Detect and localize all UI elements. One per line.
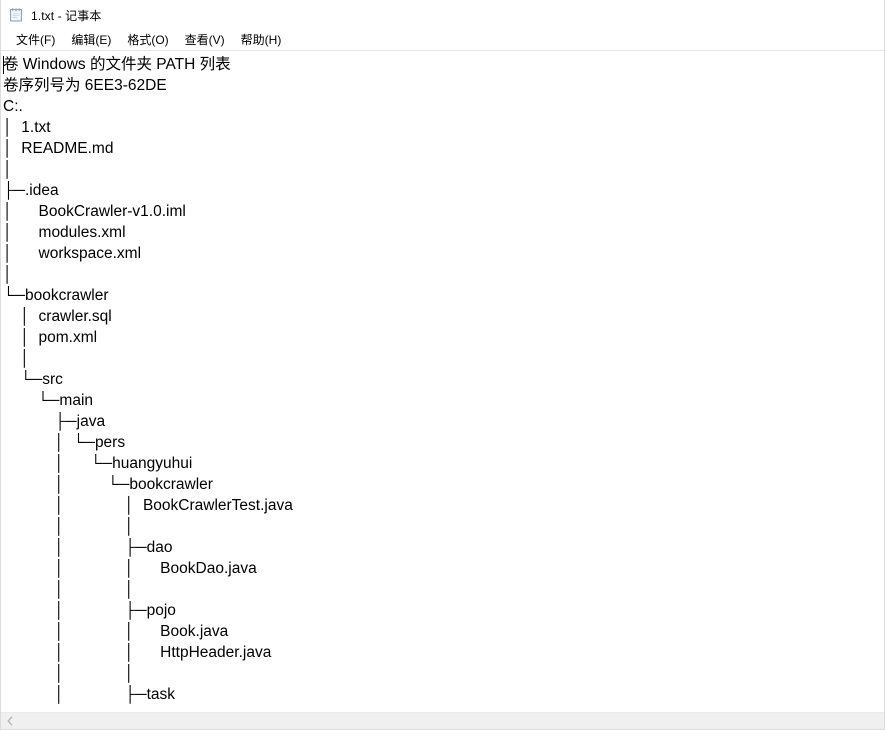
menu-edit[interactable]: 编辑(E) xyxy=(63,30,119,50)
editor-line: │ │ BookDao.java xyxy=(3,560,257,577)
title-bar: 1.txt - 记事本 xyxy=(1,0,884,30)
chevron-left-icon[interactable] xyxy=(1,713,18,729)
editor-line: └─bookcrawler xyxy=(3,287,109,304)
editor-line: │ README.md xyxy=(3,140,114,157)
editor-line: 卷 Windows 的文件夹 PATH 列表 xyxy=(3,56,231,73)
editor-line: │ └─pers xyxy=(3,434,126,451)
text-caret xyxy=(3,56,4,74)
editor-line: │ workspace.xml xyxy=(3,245,142,262)
editor-area[interactable]: 卷 Windows 的文件夹 PATH 列表 卷序列号为 6EE3-62DE C:.… xyxy=(1,51,884,712)
editor-line: │ ├─pojo xyxy=(3,602,176,619)
editor-line: │ modules.xml xyxy=(3,224,126,241)
editor-line: └─src xyxy=(3,371,63,388)
horizontal-scrollbar[interactable] xyxy=(1,712,884,729)
editor-line: ├─java xyxy=(3,413,106,430)
editor-line: │ ├─task xyxy=(3,686,176,703)
scrollbar-track[interactable] xyxy=(18,713,884,729)
editor-line: │ BookCrawler-v1.0.iml xyxy=(3,203,186,220)
window-title: 1.txt - 记事本 xyxy=(31,8,102,23)
menu-view[interactable]: 查看(V) xyxy=(177,30,233,50)
editor-line: │ pom.xml xyxy=(3,329,98,346)
editor-line: │ │ Book.java xyxy=(3,623,229,640)
editor-line: C:. xyxy=(3,98,23,115)
editor-line: 卷序列号为 6EE3-62DE xyxy=(3,77,167,94)
editor-line: ├─.idea xyxy=(3,182,59,199)
editor-line: │ │ HttpHeader.java xyxy=(3,644,272,661)
editor-line: └─main xyxy=(3,392,94,409)
editor-line: │ xyxy=(3,350,30,367)
editor-line: │ └─huangyuhui xyxy=(3,455,193,472)
editor-line: │ 1.txt xyxy=(3,119,51,136)
editor-line: │ │ xyxy=(3,665,135,682)
editor-line: │ crawler.sql xyxy=(3,308,112,325)
menu-file[interactable]: 文件(F) xyxy=(8,30,63,50)
menu-bar: 文件(F) 编辑(E) 格式(O) 查看(V) 帮助(H) xyxy=(1,30,884,51)
editor-line: │ │ xyxy=(3,581,135,598)
editor-text[interactable]: 卷 Windows 的文件夹 PATH 列表 卷序列号为 6EE3-62DE C:.… xyxy=(1,51,884,712)
notepad-window: 1.txt - 记事本 文件(F) 编辑(E) 格式(O) 查看(V) 帮助(H… xyxy=(0,0,885,730)
editor-line: │ xyxy=(3,266,13,283)
editor-line: │ ├─dao xyxy=(3,539,173,556)
menu-help[interactable]: 帮助(H) xyxy=(233,30,290,50)
editor-line: │ │ BookCrawlerTest.java xyxy=(3,497,293,514)
editor-line: │ │ xyxy=(3,518,135,535)
editor-line: │ xyxy=(3,161,13,178)
editor-line: │ └─bookcrawler xyxy=(3,476,213,493)
notepad-icon xyxy=(8,7,24,23)
menu-format[interactable]: 格式(O) xyxy=(119,30,176,50)
